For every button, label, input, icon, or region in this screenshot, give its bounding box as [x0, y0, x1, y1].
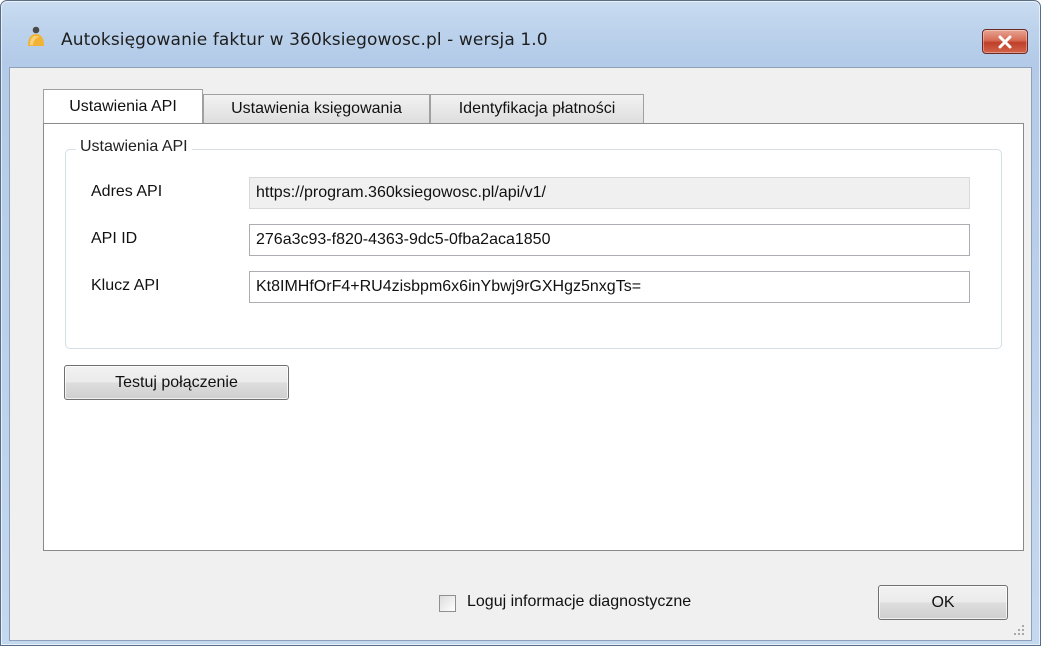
test-connection-button[interactable]: Testuj połączenie	[64, 365, 289, 400]
tab-panel-api-settings: Ustawienia API Adres API API ID Klucz AP…	[43, 123, 1024, 551]
log-diagnostics-checkbox[interactable]	[439, 595, 456, 612]
client-area: Ustawienia API Ustawienia księgowania Id…	[9, 67, 1032, 641]
api-key-label: Klucz API	[91, 277, 160, 294]
resize-grip-icon[interactable]	[1013, 624, 1025, 636]
close-button[interactable]	[982, 29, 1028, 54]
api-id-field[interactable]	[249, 224, 970, 256]
title-bar[interactable]: Autoksięgowanie faktur w 360ksiegowosc.p…	[1, 1, 1040, 54]
log-diagnostics-label[interactable]: Loguj informacje diagnostyczne	[467, 593, 691, 611]
api-address-label: Adres API	[91, 183, 163, 200]
api-address-field[interactable]	[249, 177, 970, 209]
group-title: Ustawienia API	[76, 138, 192, 156]
tab-payment-identification[interactable]: Identyfikacja płatności	[430, 94, 644, 123]
button-label: OK	[931, 593, 955, 611]
tab-label: Identyfikacja płatności	[458, 100, 616, 117]
button-label: Testuj połączenie	[115, 373, 238, 391]
close-icon	[998, 35, 1012, 48]
app-person-icon	[28, 26, 44, 46]
api-id-label: API ID	[91, 230, 138, 247]
tab-accounting-settings[interactable]: Ustawienia księgowania	[203, 94, 430, 123]
dialog-window: Autoksięgowanie faktur w 360ksiegowosc.p…	[0, 0, 1041, 646]
api-settings-group: Ustawienia API Adres API API ID Klucz AP…	[65, 138, 1002, 349]
tab-api-settings[interactable]: Ustawienia API	[43, 89, 203, 123]
ok-button[interactable]: OK	[878, 585, 1008, 620]
tab-label: Ustawienia księgowania	[231, 100, 402, 117]
tab-label: Ustawienia API	[69, 97, 177, 115]
api-key-field[interactable]	[249, 271, 970, 303]
window-title: Autoksięgowanie faktur w 360ksiegowosc.p…	[61, 30, 548, 50]
